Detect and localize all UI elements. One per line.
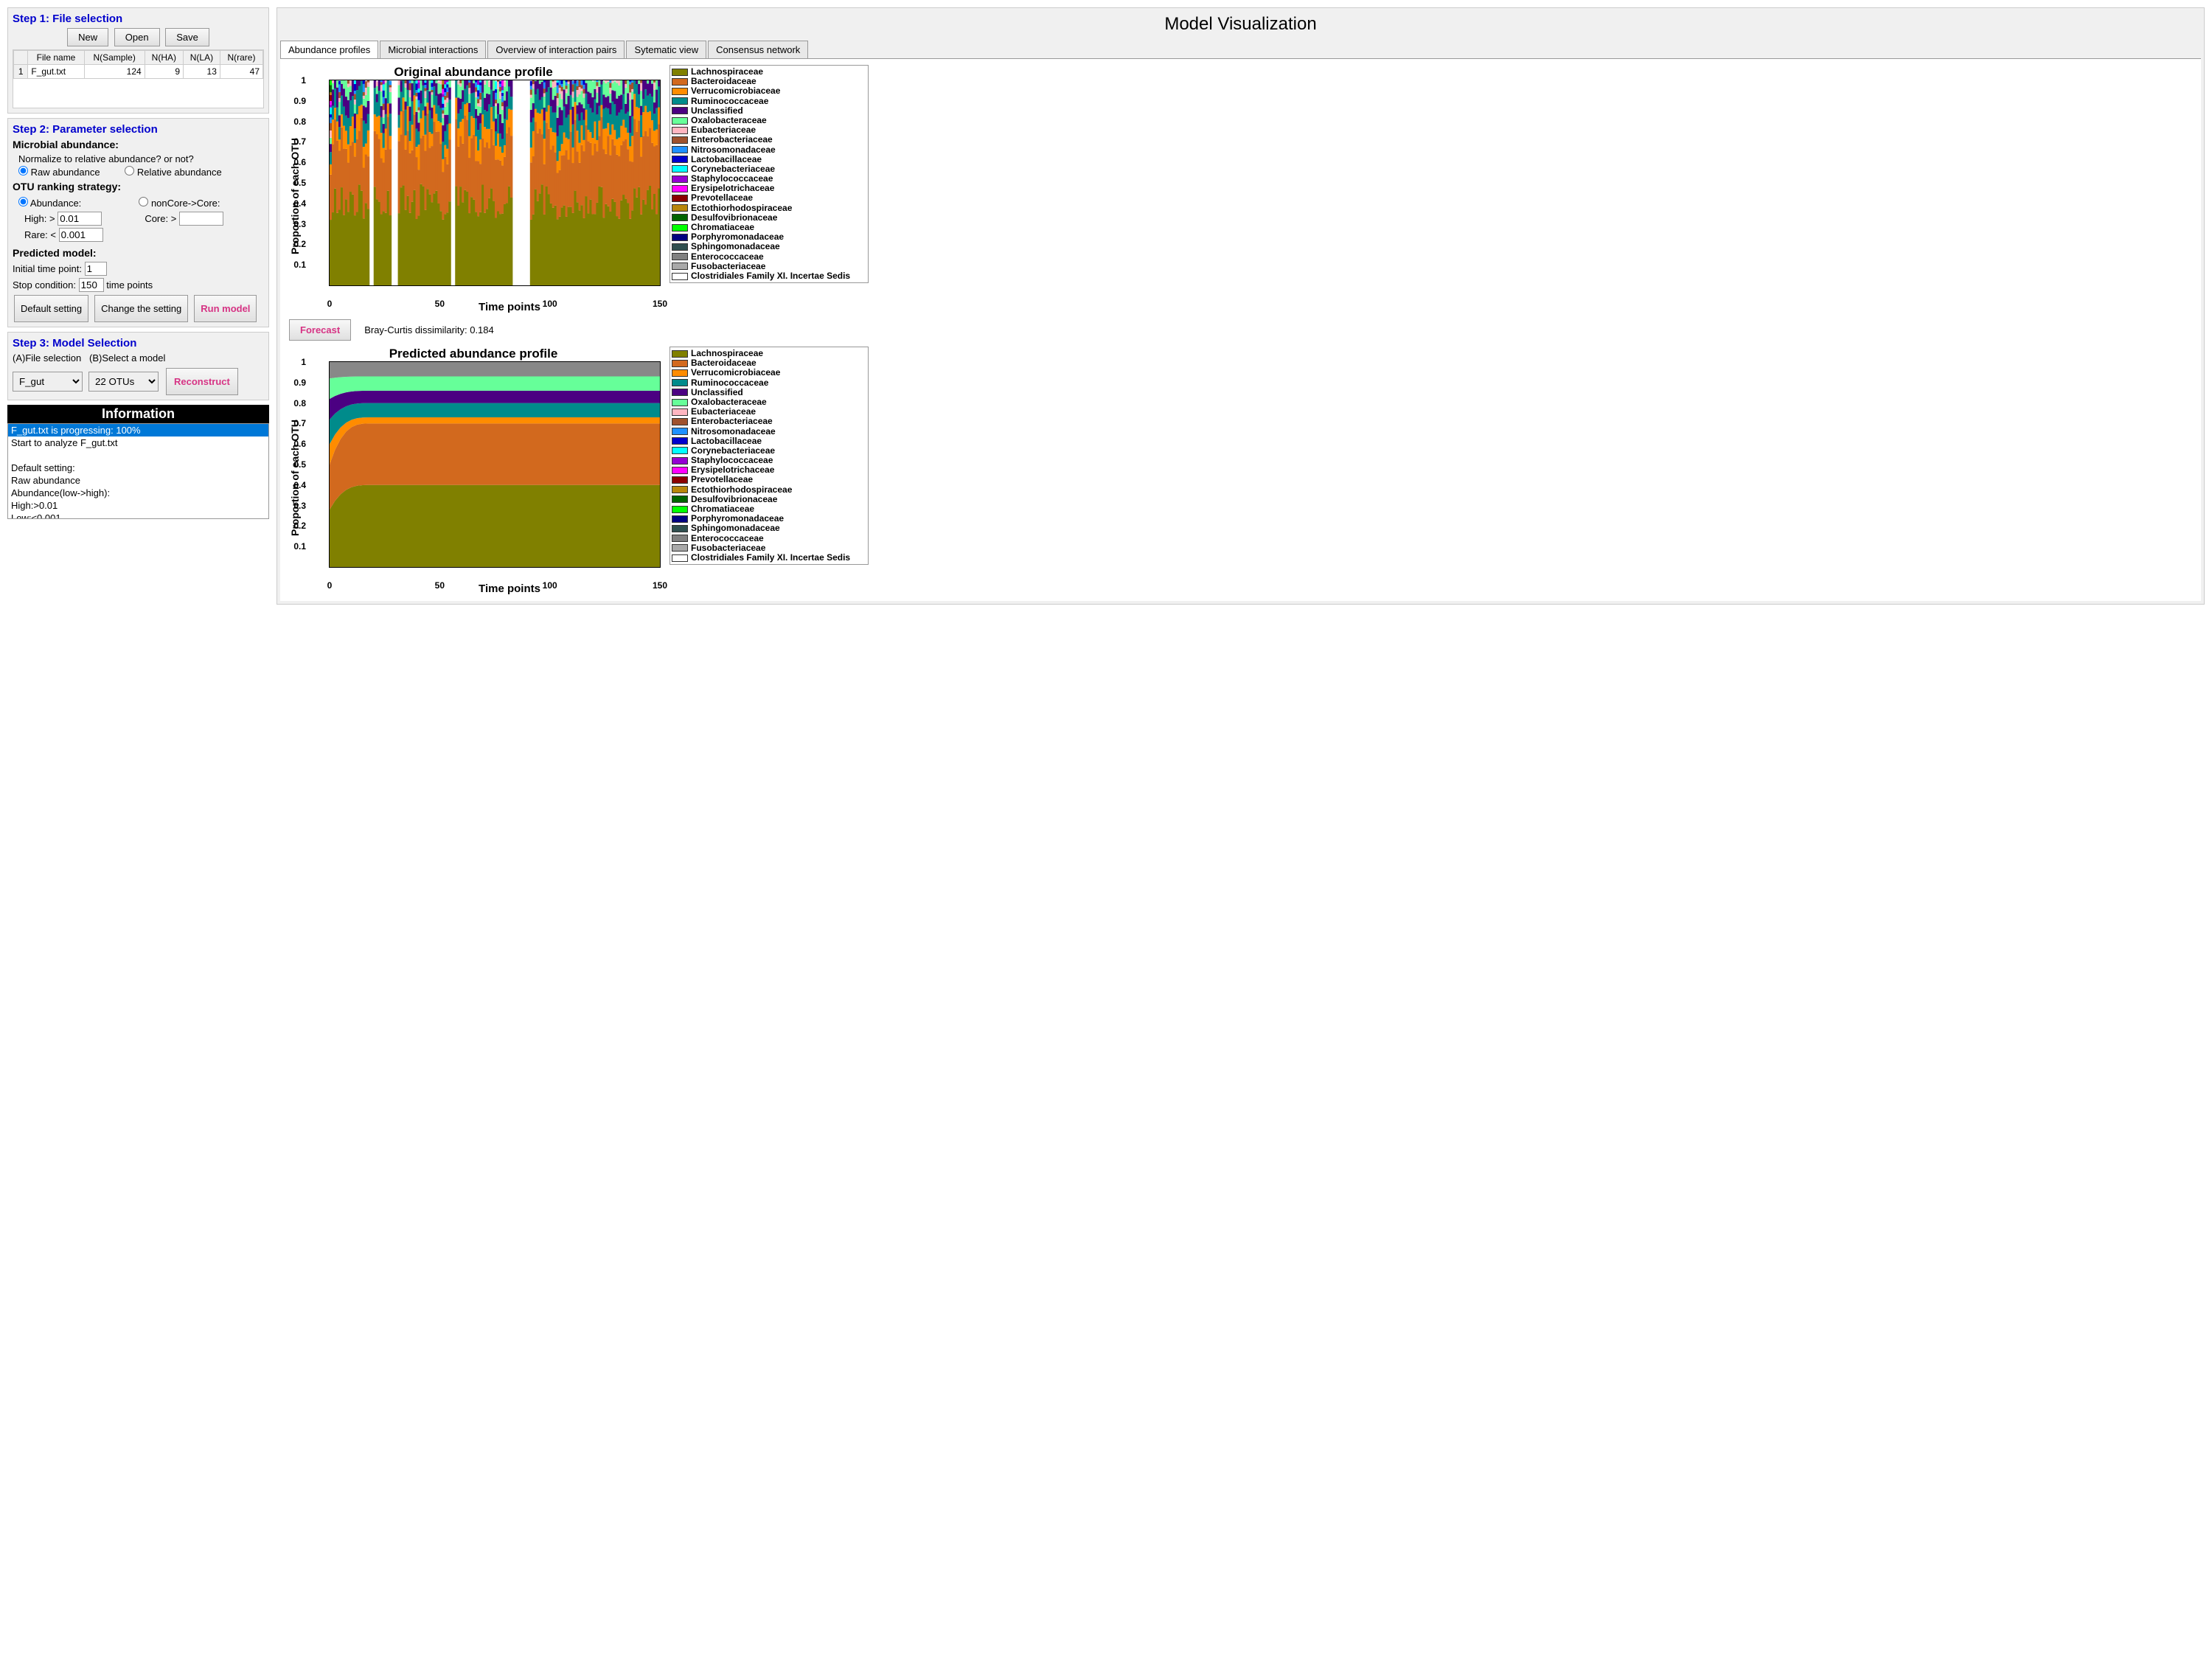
legend-item: Lactobacillaceae [672,155,866,164]
otu-select[interactable]: 22 OTUs [88,372,159,392]
tab-microbial-interactions[interactable]: Microbial interactions [380,41,486,58]
legend-item: Fusobacteriaceae [672,543,866,553]
stop-input[interactable] [79,278,104,292]
legend-item: Ectothiorhodospiraceae [672,485,866,495]
legend-item: Nitrosomonadaceae [672,427,866,437]
information-log[interactable]: F_gut.txt is progressing: 100%Start to a… [7,423,269,519]
step1-panel: Step 1: File selection New Open Save Fil… [7,7,269,114]
step1-title: Step 1: File selection [13,13,264,25]
radio-relative[interactable]: Relative abundance [125,167,222,178]
chart1-plot: 0.10.20.30.40.50.60.70.80.91 050100150 [329,80,661,286]
normalize-question: Normalize to relative abundance? or not? [18,153,264,164]
legend-item: Sphingomonadaceae [672,242,866,251]
abundance-label: Microbial abundance: [13,139,264,150]
chart2-xlabel: Time points [358,582,661,595]
chart2-legend: LachnospiraceaeBacteroidaceaeVerrucomicr… [669,347,869,565]
legend-item: Nitrosomonadaceae [672,145,866,155]
tab-overview-of-interaction-pairs[interactable]: Overview of interaction pairs [487,41,625,58]
step2-title: Step 2: Parameter selection [13,123,264,136]
change-setting-button[interactable]: Change the setting [94,295,188,322]
file-table[interactable]: File nameN(Sample)N(HA)N(LA)N(rare) 1F_g… [13,49,264,108]
legend-item: Clostridiales Family XI. Incertae Sedis [672,553,866,563]
legend-item: Prevotellaceae [672,475,866,484]
legend-item: Ectothiorhodospiraceae [672,204,866,213]
ranking-label: OTU ranking strategy: [13,181,264,192]
tab-consensus-network[interactable]: Consensus network [708,41,808,58]
viz-title: Model Visualization [280,14,2201,35]
legend-item: Enterococcaceae [672,252,866,262]
legend-item: Verrucomicrobiaceae [672,86,866,96]
step3-panel: Step 3: Model Selection (A)File selectio… [7,332,269,400]
step2-panel: Step 2: Parameter selection Microbial ab… [7,118,269,327]
legend-item: Verrucomicrobiaceae [672,368,866,378]
visualization-panel: Model Visualization Abundance profilesMi… [276,7,2205,605]
step3-title: Step 3: Model Selection [13,337,264,349]
high-input[interactable] [58,212,102,226]
legend-item: Unclassified [672,388,866,397]
tab-abundance-profiles[interactable]: Abundance profiles [280,41,378,58]
chart1-title: Original abundance profile [286,65,661,80]
information-panel: Information F_gut.txt is progressing: 10… [7,405,269,519]
radio-raw[interactable]: Raw abundance [18,167,100,178]
reconstruct-button[interactable]: Reconstruct [166,368,238,395]
chart1-legend: LachnospiraceaeBacteroidaceaeVerrucomicr… [669,65,869,283]
open-button[interactable]: Open [114,28,160,46]
run-model-button[interactable]: Run model [194,295,257,322]
chart1-xlabel: Time points [358,301,661,313]
tab-sytematic-view[interactable]: Sytematic view [626,41,706,58]
legend-item: Ruminococcaceae [672,378,866,388]
radio-noncore[interactable]: nonCore->Core: [139,198,220,209]
information-title: Information [7,405,269,423]
new-button[interactable]: New [67,28,108,46]
chart2-ylabel: Proportion of each OTU [286,361,304,595]
initial-input[interactable] [85,262,107,276]
legend-item: Fusobacteriaceae [672,262,866,271]
rare-input[interactable] [59,228,103,242]
default-setting-button[interactable]: Default setting [14,295,88,322]
legend-item: Enterococcaceae [672,534,866,543]
predicted-label: Predicted model: [13,247,264,259]
core-input[interactable] [179,212,223,226]
save-button[interactable]: Save [165,28,209,46]
chart1-ylabel: Proportion of each OTU [286,80,304,313]
legend-item: Clostridiales Family XI. Incertae Sedis [672,271,866,281]
legend-item: Prevotellaceae [672,193,866,203]
radio-abundance[interactable]: Abundance: [18,198,81,209]
bray-curtis-label: Bray-Curtis dissimilarity: 0.184 [364,324,494,335]
viz-tabs: Abundance profilesMicrobial interactions… [280,41,2201,59]
legend-item: Enterobacteriaceae [672,417,866,426]
chart2-title: Predicted abundance profile [286,347,661,361]
file-select[interactable]: F_gut [13,372,83,392]
legend-item: Ruminococcaceae [672,97,866,106]
chart2-plot: 0.10.20.30.40.50.60.70.80.91 050100150 [329,361,661,568]
legend-item: Sphingomonadaceae [672,524,866,533]
legend-item: Enterobacteriaceae [672,135,866,145]
legend-item: Lactobacillaceae [672,437,866,446]
legend-item: Unclassified [672,106,866,116]
forecast-button[interactable]: Forecast [289,319,351,341]
